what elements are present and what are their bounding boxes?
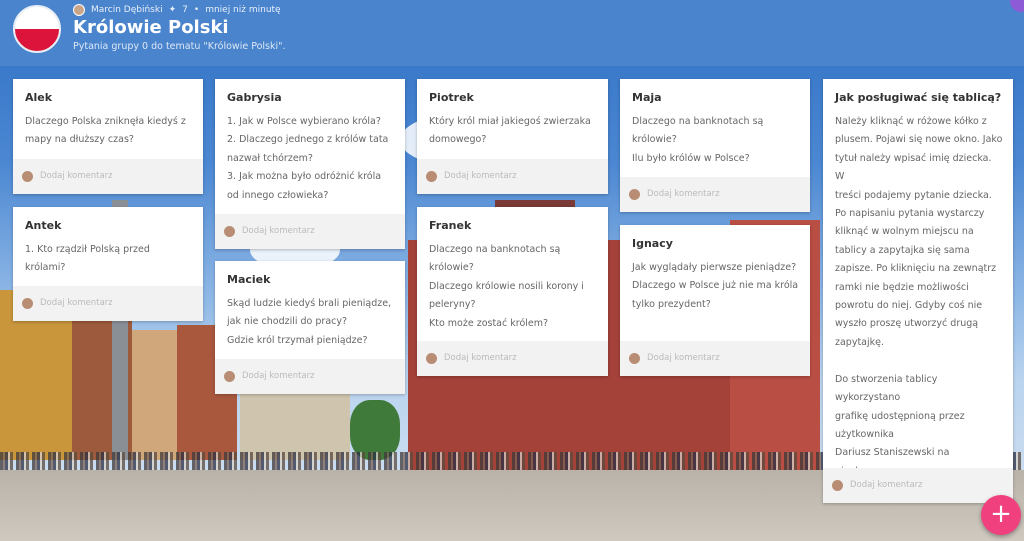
post-title: Antek bbox=[25, 219, 62, 232]
post-title: Maja bbox=[632, 91, 662, 104]
commenter-avatar bbox=[426, 171, 437, 182]
commenter-avatar bbox=[224, 226, 235, 237]
comment-bar[interactable]: Dodaj komentarz bbox=[13, 159, 203, 194]
post-body: Jak wyglądały pierwsze pieniądze? Dlacze… bbox=[632, 262, 799, 310]
add-comment-button[interactable]: Dodaj komentarz bbox=[40, 171, 113, 181]
add-comment-button[interactable]: Dodaj komentarz bbox=[242, 226, 315, 236]
add-comment-button[interactable]: Dodaj komentarz bbox=[444, 353, 517, 363]
post-card-help[interactable]: Jak posługiwać się tablicą? Należy klikn… bbox=[823, 79, 1013, 503]
board-meta: Marcin Dębiński ✦ 7 • mniej niż minutę bbox=[73, 4, 281, 16]
add-comment-button[interactable]: Dodaj komentarz bbox=[242, 371, 315, 381]
post-card-alek[interactable]: Alek Dlaczego Polska zniknęła kiedyś z m… bbox=[13, 79, 203, 194]
commenter-avatar bbox=[224, 371, 235, 382]
polish-flag-logo bbox=[13, 5, 61, 53]
post-body: Dlaczego na banknotach są królowie? Ilu … bbox=[632, 116, 764, 164]
comment-bar[interactable]: Dodaj komentarz bbox=[215, 359, 405, 394]
heart-icon: ✦ bbox=[168, 5, 177, 15]
post-body: Który król miał jakiegoś zwierzaka domow… bbox=[429, 116, 591, 146]
board-header: Marcin Dębiński ✦ 7 • mniej niż minutę K… bbox=[0, 0, 1024, 66]
add-comment-button[interactable]: Dodaj komentarz bbox=[647, 353, 720, 363]
commenter-avatar bbox=[832, 480, 843, 491]
post-body: Dlaczego Polska zniknęła kiedyś z mapy n… bbox=[25, 116, 186, 146]
post-title: Jak posługiwać się tablicą? bbox=[835, 91, 1002, 104]
post-card-gabrysia[interactable]: Gabrysia 1. Jak w Polsce wybierano króla… bbox=[215, 79, 405, 249]
post-title: Maciek bbox=[227, 273, 271, 286]
add-comment-button[interactable]: Dodaj komentarz bbox=[40, 298, 113, 308]
add-comment-button[interactable]: Dodaj komentarz bbox=[647, 189, 720, 199]
add-comment-button[interactable]: Dodaj komentarz bbox=[444, 171, 517, 181]
author-avatar bbox=[73, 4, 85, 16]
post-card-maciek[interactable]: Maciek Skąd ludzie kiedyś brali pieniądz… bbox=[215, 261, 405, 394]
commenter-avatar bbox=[629, 189, 640, 200]
commenter-avatar bbox=[426, 353, 437, 364]
commenter-avatar bbox=[629, 353, 640, 364]
post-body: Dlaczego na banknotach są królowie? Dlac… bbox=[429, 244, 584, 329]
board-subtitle: Pytania grupy 0 do tematu "Królowie Pols… bbox=[73, 41, 286, 52]
comment-bar[interactable]: Dodaj komentarz bbox=[13, 286, 203, 321]
post-body: Należy kliknąć w różowe kółko z plusem. … bbox=[835, 116, 1003, 477]
comment-bar[interactable]: Dodaj komentarz bbox=[620, 177, 810, 212]
add-post-button[interactable]: + bbox=[981, 495, 1021, 535]
post-card-piotrek[interactable]: Piotrek Który król miał jakiegoś zwierza… bbox=[417, 79, 608, 194]
author-name[interactable]: Marcin Dębiński bbox=[91, 5, 163, 15]
comment-bar[interactable]: Dodaj komentarz bbox=[417, 341, 608, 376]
post-title: Piotrek bbox=[429, 91, 474, 104]
user-menu-icon[interactable] bbox=[1010, 0, 1024, 12]
post-body: 1. Jak w Polsce wybierano króla? 2. Dlac… bbox=[227, 116, 389, 201]
post-title: Ignacy bbox=[632, 237, 673, 250]
add-comment-button[interactable]: Dodaj komentarz bbox=[850, 480, 923, 490]
post-body: 1. Kto rządził Polską przed królami? bbox=[25, 244, 150, 274]
post-card-franek[interactable]: Franek Dlaczego na banknotach są królowi… bbox=[417, 207, 608, 376]
comment-bar[interactable]: Dodaj komentarz bbox=[823, 468, 1013, 503]
post-card-antek[interactable]: Antek 1. Kto rządził Polską przed królam… bbox=[13, 207, 203, 321]
clock-icon: • bbox=[193, 5, 200, 15]
comment-bar[interactable]: Dodaj komentarz bbox=[620, 341, 810, 376]
updated-time: mniej niż minutę bbox=[205, 5, 281, 15]
comment-bar[interactable]: Dodaj komentarz bbox=[215, 214, 405, 249]
post-title: Alek bbox=[25, 91, 53, 104]
likes-count: 7 bbox=[182, 5, 188, 15]
commenter-avatar bbox=[22, 171, 33, 182]
post-card-maja[interactable]: Maja Dlaczego na banknotach są królowie?… bbox=[620, 79, 810, 212]
comment-bar[interactable]: Dodaj komentarz bbox=[417, 159, 608, 194]
commenter-avatar bbox=[22, 298, 33, 309]
post-card-ignacy[interactable]: Ignacy Jak wyglądały pierwsze pieniądze?… bbox=[620, 225, 810, 376]
post-title: Gabrysia bbox=[227, 91, 282, 104]
post-title: Franek bbox=[429, 219, 472, 232]
board-title: Królowie Polski bbox=[73, 17, 229, 38]
post-body: Skąd ludzie kiedyś brali pieniądze, jak … bbox=[227, 298, 392, 346]
